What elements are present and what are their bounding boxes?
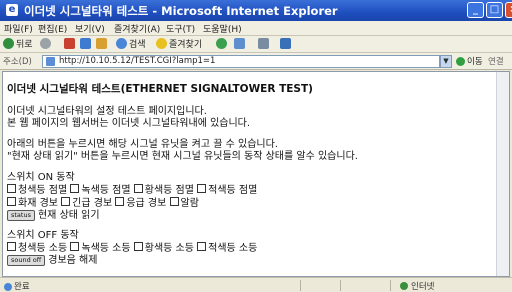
status-bar: 완료 인터넷: [0, 277, 512, 292]
address-dropdown-button[interactable]: ▼: [440, 55, 452, 68]
links-button[interactable]: 연결: [488, 55, 504, 67]
toolbar: 뒤로 검색 즐겨찾기: [0, 36, 512, 53]
page-heading: 이더넷 시그널타워 테스트(ETHERNET SIGNALTOWER TEST): [7, 83, 313, 95]
page-done-icon: [4, 283, 12, 291]
intro-text: 이더넷 시그널타워의 설정 테스트 페이지입니다. 본 웹 페이지의 웹서버는 …: [7, 106, 251, 129]
menu-tools[interactable]: 도구(T): [166, 22, 195, 35]
checkbox-blue-blink[interactable]: [7, 184, 16, 193]
ie-icon: e: [6, 4, 18, 16]
sound-off-label: 경보음 해제: [48, 255, 98, 266]
off-section-title: 스위치 OFF 동작: [7, 230, 79, 241]
menu-edit[interactable]: 편집(E): [38, 22, 67, 35]
edit-icon: [280, 38, 291, 49]
title-bar[interactable]: e 이더넷 시그널타워 테스트 - Microsoft Internet Exp…: [0, 0, 512, 21]
checkbox-yellow-off[interactable]: [133, 242, 143, 251]
status-text: 완료: [4, 280, 30, 292]
edit-button[interactable]: [280, 38, 293, 51]
page-body: 이더넷 시그널타워 테스트(ETHERNET SIGNALTOWER TEST)…: [7, 74, 492, 267]
star-icon: [156, 38, 167, 49]
checkbox-fire-alarm[interactable]: [7, 197, 16, 206]
maximize-button[interactable]: □: [486, 2, 503, 18]
security-zone: 인터넷: [400, 280, 434, 292]
search-icon: [116, 38, 127, 49]
refresh-icon: [80, 38, 91, 49]
checkbox-green-blink[interactable]: [70, 184, 80, 193]
checkbox-red-off[interactable]: [197, 242, 207, 251]
page-icon: [46, 57, 55, 66]
browser-window: e 이더넷 시그널타워 테스트 - Microsoft Internet Exp…: [0, 0, 512, 292]
home-icon: [96, 38, 107, 49]
off-row-lamps: 청색등 소등 녹색등 소등 황색등 소등 적색등 소등: [7, 242, 492, 255]
address-url: http://10.10.5.12/TEST.CGI?lamp1=1: [59, 56, 216, 66]
menu-view[interactable]: 보기(V): [75, 22, 105, 35]
mail-icon: [234, 38, 245, 49]
checkbox-emergency-alarm[interactable]: [115, 197, 125, 206]
status-read-label: 현재 상태 읽기: [37, 210, 100, 221]
home-button[interactable]: [96, 38, 109, 51]
window-title: 이더넷 시그널타워 테스트 - Microsoft Internet Explo…: [24, 4, 338, 18]
checkbox-urgent-alarm[interactable]: [61, 197, 71, 206]
off-section: 스위치 OFF 동작 청색등 소등 녹색등 소등 황색등 소등 적색등 소등 s…: [7, 230, 492, 267]
sound-off-row: sound off 경보음 해제: [7, 255, 492, 267]
print-icon: [258, 38, 269, 49]
close-button[interactable]: ×: [505, 2, 512, 18]
history-button[interactable]: [216, 38, 229, 51]
menu-file[interactable]: 파일(F): [4, 22, 33, 35]
on-row-lamps: 청색등 점멸 녹색등 점멸 황색등 점멸 적색등 점멸: [7, 184, 492, 197]
address-label: 주소(D): [3, 57, 32, 67]
on-section-title: 스위치 ON 동작: [7, 172, 75, 183]
minimize-button[interactable]: _: [467, 2, 484, 18]
search-button[interactable]: 검색: [116, 38, 146, 51]
back-arrow-icon: [3, 38, 14, 49]
forward-arrow-icon: [40, 38, 51, 49]
go-button[interactable]: 이동: [456, 55, 483, 67]
mail-button[interactable]: [234, 38, 247, 51]
vertical-scrollbar[interactable]: [496, 72, 509, 276]
go-arrow-icon: [456, 57, 465, 66]
menu-bar: 파일(F) 편집(E) 보기(V) 즐겨찾기(A) 도구(T) 도움말(H): [0, 21, 512, 36]
stop-button[interactable]: [64, 38, 77, 51]
address-input[interactable]: http://10.10.5.12/TEST.CGI?lamp1=1: [42, 55, 440, 68]
address-bar: 주소(D) http://10.10.5.12/TEST.CGI?lamp1=1…: [0, 53, 512, 70]
favorites-button[interactable]: 즐겨찾기: [156, 38, 202, 51]
history-icon: [216, 38, 227, 49]
stop-icon: [64, 38, 75, 49]
on-section: 스위치 ON 동작 청색등 점멸 녹색등 점멸 황색등 점멸 적색등 점멸 화재…: [7, 172, 492, 222]
guide-text: 아래의 버튼을 누르시면 해당 시그널 유닛을 켜고 끌 수 있습니다. "현재…: [7, 139, 358, 162]
status-button[interactable]: status: [7, 210, 35, 221]
checkbox-red-blink[interactable]: [197, 184, 207, 193]
on-row-alarms: 화재 경보 긴급 경보 응급 경보 알람: [7, 197, 492, 210]
checkbox-green-off[interactable]: [70, 242, 80, 251]
checkbox-blue-off[interactable]: [7, 242, 16, 251]
forward-button[interactable]: [40, 38, 53, 51]
print-button[interactable]: [258, 38, 271, 51]
menu-help[interactable]: 도움말(H): [203, 22, 242, 35]
back-button[interactable]: 뒤로: [3, 38, 33, 51]
sound-off-button[interactable]: sound off: [7, 255, 46, 266]
checkbox-alarm[interactable]: [169, 197, 179, 206]
status-row: status 현재 상태 읽기: [7, 210, 492, 222]
menu-favorites[interactable]: 즐겨찾기(A): [114, 22, 160, 35]
refresh-button[interactable]: [80, 38, 93, 51]
checkbox-yellow-blink[interactable]: [133, 184, 143, 193]
page-viewport: 이더넷 시그널타워 테스트(ETHERNET SIGNALTOWER TEST)…: [2, 71, 510, 277]
globe-icon: [400, 282, 408, 290]
